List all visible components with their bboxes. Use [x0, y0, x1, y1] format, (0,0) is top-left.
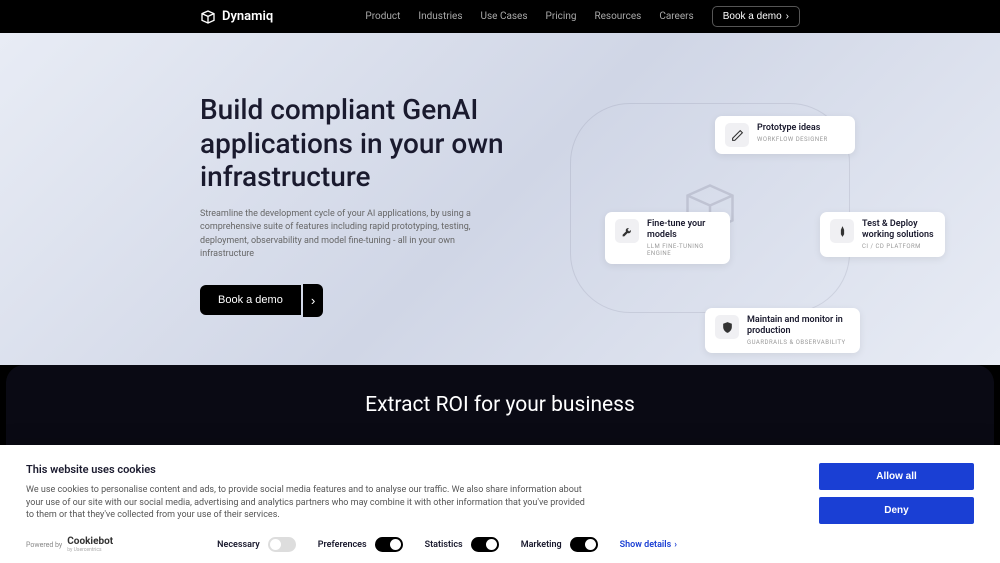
nav-resources[interactable]: Resources: [594, 11, 641, 22]
deny-button[interactable]: Deny: [819, 497, 974, 524]
card-title: Test & Deploy working solutions: [862, 219, 935, 241]
main-nav: Product Industries Use Cases Pricing Res…: [365, 6, 800, 27]
shield-icon: [715, 315, 739, 339]
card-deploy[interactable]: Test & Deploy working solutions CI / CD …: [820, 212, 945, 257]
wrench-icon: [615, 219, 639, 243]
toggle-necessary[interactable]: [268, 537, 296, 552]
cookie-banner: This website uses cookies We use cookies…: [0, 445, 1000, 563]
cookiebot-logo: Cookiebot: [67, 536, 113, 547]
card-finetune[interactable]: Fine-tune your models LLM FINE-TUNING EN…: [605, 212, 730, 264]
card-title: Prototype ideas: [757, 123, 828, 134]
card-subtitle: WORKFLOW DESIGNER: [757, 136, 828, 143]
hero-subtitle: Streamline the development cycle of your…: [200, 208, 500, 262]
header-demo-button[interactable]: Book a demo ›: [712, 6, 800, 27]
nav-use-cases[interactable]: Use Cases: [481, 11, 528, 22]
hero-title: Build compliant GenAI applications in yo…: [200, 93, 540, 194]
hero-demo-arrow[interactable]: ›: [303, 284, 323, 317]
pencil-icon: [725, 123, 749, 147]
card-title: Fine-tune your models: [647, 219, 720, 241]
toggle-label-necessary: Necessary: [217, 540, 260, 550]
toggle-statistics[interactable]: [471, 537, 499, 552]
details-label: Show details: [620, 540, 672, 550]
toggle-marketing[interactable]: [570, 537, 598, 552]
roi-section: Extract ROI for your business: [6, 365, 994, 445]
rocket-icon: [830, 219, 854, 243]
logo[interactable]: Dynamiq: [200, 9, 273, 25]
card-title: Maintain and monitor in production: [747, 315, 850, 337]
card-prototype[interactable]: Prototype ideas WORKFLOW DESIGNER: [715, 116, 855, 154]
chevron-right-icon: ›: [786, 11, 789, 22]
allow-all-button[interactable]: Allow all: [819, 463, 974, 490]
card-subtitle: CI / CD PLATFORM: [862, 243, 935, 250]
feature-diagram: Prototype ideas WORKFLOW DESIGNER Fine-t…: [520, 83, 900, 333]
nav-industries[interactable]: Industries: [418, 11, 462, 22]
cookiebot-sub: by Usercentrics: [67, 547, 113, 553]
cookie-description: We use cookies to personalise content an…: [26, 484, 586, 522]
toggle-label-preferences: Preferences: [318, 540, 367, 550]
cookie-title: This website uses cookies: [26, 463, 789, 476]
toggle-label-statistics: Statistics: [425, 540, 463, 550]
section-title: Extract ROI for your business: [365, 393, 635, 417]
card-subtitle: GUARDRAILS & OBSERVABILITY: [747, 339, 850, 346]
brand-name: Dynamiq: [222, 9, 273, 24]
toggle-label-marketing: Marketing: [521, 540, 562, 550]
card-subtitle: LLM FINE-TUNING ENGINE: [647, 243, 720, 257]
nav-careers[interactable]: Careers: [659, 11, 693, 22]
show-details-link[interactable]: Show details ›: [620, 540, 677, 550]
card-monitor[interactable]: Maintain and monitor in production GUARD…: [705, 308, 860, 353]
powered-by[interactable]: Powered by Cookiebot by Usercentrics: [26, 536, 113, 553]
nav-product[interactable]: Product: [365, 11, 400, 22]
nav-pricing[interactable]: Pricing: [546, 11, 577, 22]
chevron-right-icon: ›: [674, 540, 677, 550]
header-demo-label: Book a demo: [723, 11, 782, 22]
hero-section: Build compliant GenAI applications in yo…: [0, 33, 1000, 365]
powered-label: Powered by: [26, 541, 62, 549]
hero-demo-label[interactable]: Book a demo: [200, 285, 301, 315]
chevron-right-icon: ›: [311, 293, 315, 308]
toggle-preferences[interactable]: [375, 537, 403, 552]
